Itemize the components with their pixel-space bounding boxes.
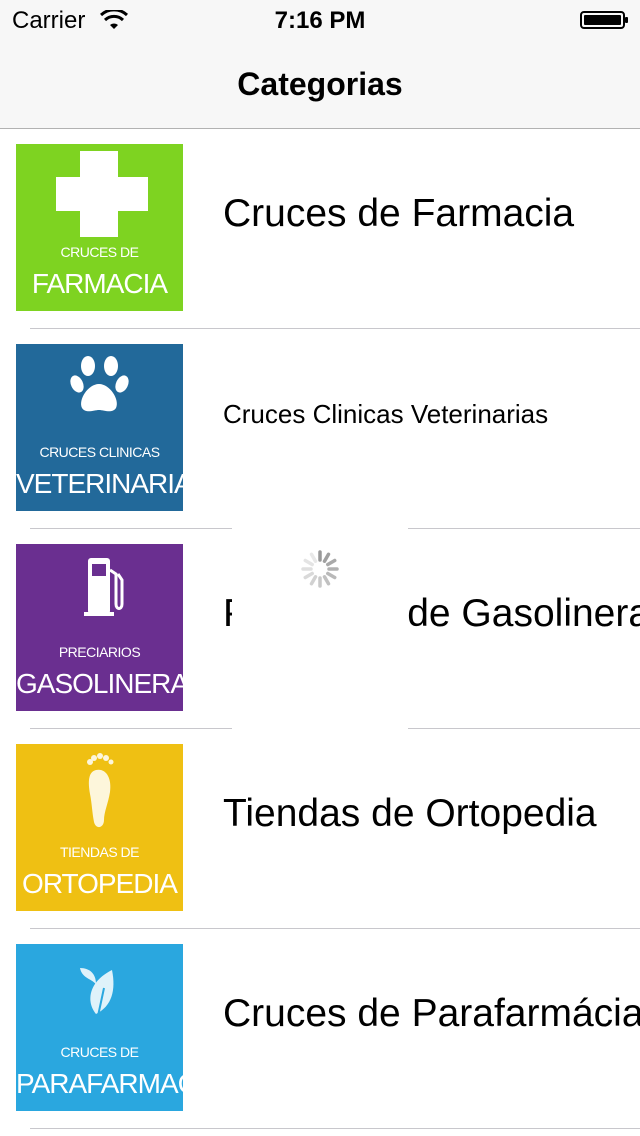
thumbnail-title: VETERINARIAS: [16, 468, 183, 499]
category-thumbnail-ortopedia: TIENDAS DE ORTOPEDIA: [16, 744, 183, 911]
thumbnail-caption: CRUCES DE: [60, 244, 139, 260]
thumbnail-caption: TIENDAS DE: [59, 844, 140, 860]
thumbnail-title: FARMACIA: [31, 268, 168, 299]
loading-overlay: [232, 525, 408, 730]
thumbnail-title: PARAFARMACIA: [16, 1068, 183, 1099]
thumbnail-caption: PRECIARIOS: [58, 644, 141, 660]
row-separator: [30, 1128, 640, 1129]
category-row-parafarmacia[interactable]: CRUCES DE PARAFARMACIA Cruces de Parafar…: [0, 929, 640, 1129]
status-time: 7:16 PM: [274, 7, 366, 34]
category-row-farmacia[interactable]: CRUCES DE FARMACIA Cruces de Farmacia: [0, 129, 640, 329]
category-thumbnail-parafarmacia: CRUCES DE PARAFARMACIA: [16, 944, 183, 1111]
cross-icon: [56, 151, 148, 237]
category-row-ortopedia[interactable]: TIENDAS DE ORTOPEDIA Tiendas de Ortopedi…: [0, 729, 640, 929]
thumbnail-title: ORTOPEDIA: [22, 868, 178, 899]
category-thumbnail-farmacia: CRUCES DE FARMACIA: [16, 144, 183, 311]
foot-icon: [87, 753, 114, 828]
fuel-pump-icon: [84, 558, 124, 616]
category-label: Cruces de Farmacia: [223, 192, 575, 235]
category-thumbnail-gasolineras: PRECIARIOS GASOLINERAS: [16, 544, 183, 711]
paw-icon: [70, 356, 129, 412]
navigation-bar: Categorias: [0, 40, 640, 129]
thumbnail-title: GASOLINERAS: [16, 668, 183, 699]
leaf-icon: [80, 968, 114, 1017]
page-title: Categorias: [237, 66, 403, 102]
battery-icon: [580, 11, 628, 29]
category-label: Cruces de Parafarmácia: [223, 992, 640, 1035]
category-label: Tiendas de Ortopedia: [223, 792, 597, 835]
thumbnail-caption: CRUCES CLINICAS: [39, 444, 160, 460]
category-row-veterinarias[interactable]: CRUCES CLINICAS VETERINARIAS Cruces Clin…: [0, 329, 640, 529]
category-thumbnail-veterinarias: CRUCES CLINICAS VETERINARIAS: [16, 344, 183, 511]
category-label: Cruces Clinicas Veterinarias: [223, 399, 549, 429]
activity-spinner-icon: [301, 550, 339, 588]
thumbnail-caption: CRUCES DE: [60, 1044, 139, 1060]
status-bar: Carrier 7:16 PM: [0, 0, 640, 40]
